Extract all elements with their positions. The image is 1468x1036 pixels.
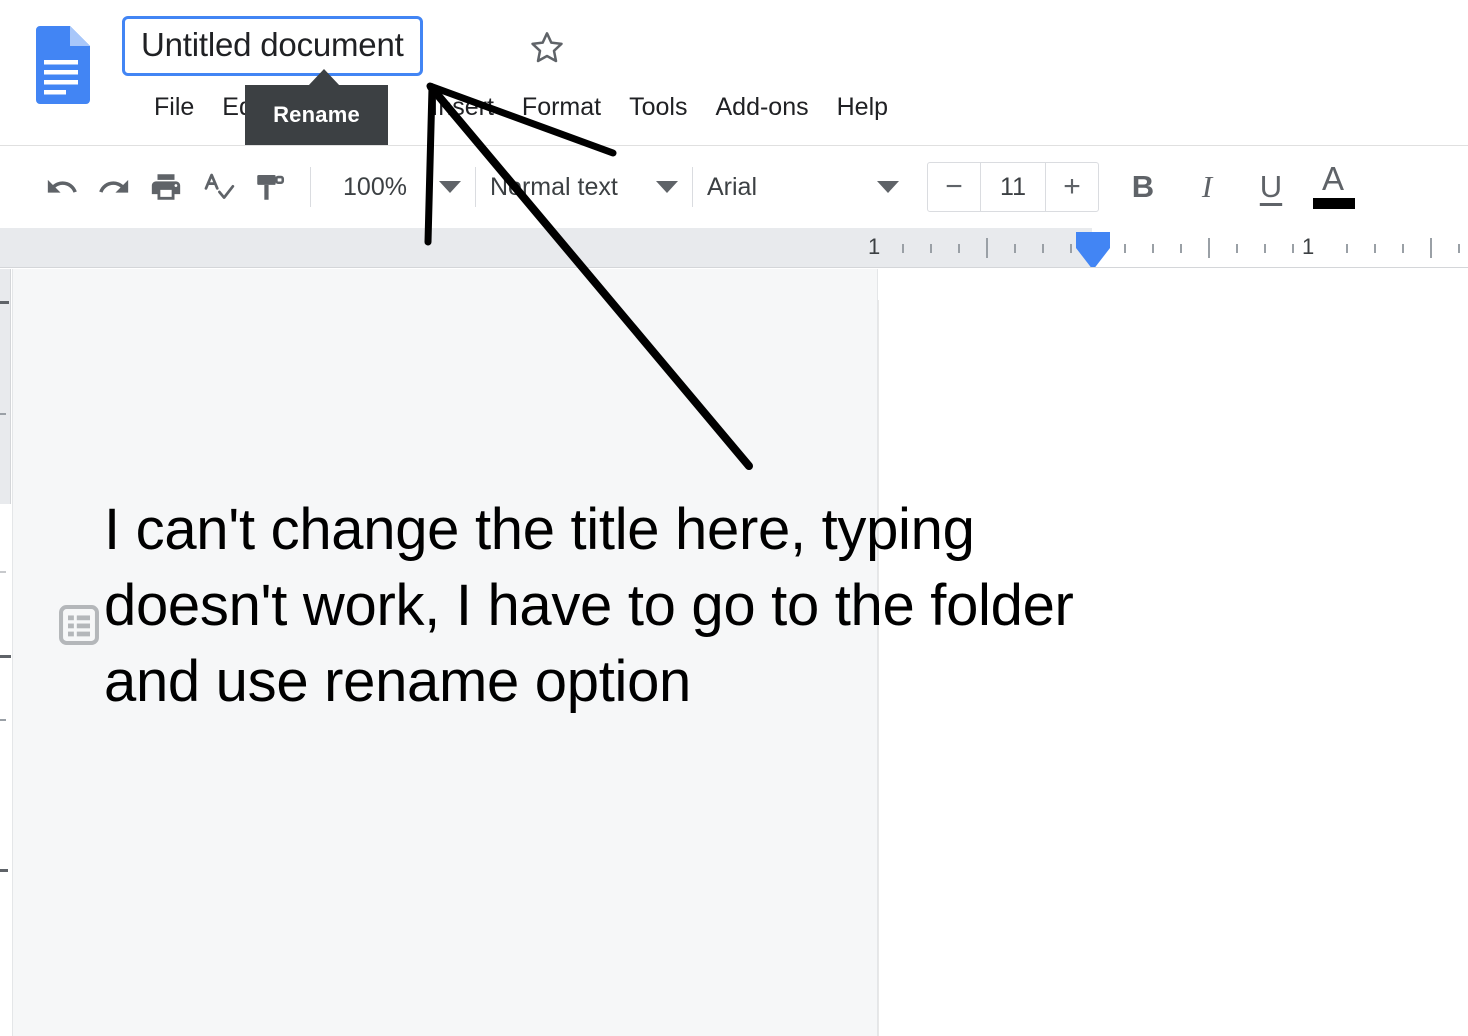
toolbar-divider-2 xyxy=(475,167,476,207)
underline-button[interactable]: U xyxy=(1243,161,1299,213)
menu-item-format[interactable]: Format xyxy=(508,88,615,126)
increase-font-size-button[interactable]: + xyxy=(1046,163,1098,211)
print-icon[interactable] xyxy=(140,161,192,213)
toolbar-divider xyxy=(310,167,311,207)
horizontal-ruler[interactable]: 1 1 xyxy=(0,228,1468,268)
font-family-chevron-down-icon[interactable] xyxy=(877,181,899,193)
menu-item-file[interactable]: File xyxy=(140,88,208,126)
text-color-button[interactable]: A xyxy=(1305,159,1361,215)
indent-marker-icon[interactable] xyxy=(1076,232,1110,248)
font-size-input[interactable]: 11 xyxy=(980,163,1046,211)
ruler-number-right: 1 xyxy=(1302,234,1315,259)
indent-marker-triangle[interactable] xyxy=(1076,248,1110,267)
menu-item-addons[interactable]: Add-ons xyxy=(701,88,822,126)
font-size-stepper: − 11 + xyxy=(927,162,1099,212)
menu-item-insert[interactable]: Insert xyxy=(417,88,508,126)
rename-tooltip: Rename xyxy=(245,85,388,145)
menu-item-help[interactable]: Help xyxy=(823,88,902,126)
document-outline-icon[interactable] xyxy=(57,603,101,647)
undo-icon[interactable] xyxy=(36,161,88,213)
document-title-input[interactable]: Untitled document xyxy=(122,16,423,76)
redo-icon[interactable] xyxy=(88,161,140,213)
text-color-swatch xyxy=(1313,198,1355,209)
ruler-number-left: 1 xyxy=(868,234,881,259)
google-docs-window: Untitled document File Edit Insert Forma… xyxy=(0,0,1468,1036)
italic-button[interactable]: I xyxy=(1179,161,1235,213)
font-family-value[interactable]: Arial xyxy=(707,173,877,202)
decrease-font-size-button[interactable]: − xyxy=(928,163,980,211)
header-bar: Untitled document File Edit Insert Forma… xyxy=(0,0,1468,145)
paint-format-icon[interactable] xyxy=(244,161,296,213)
menu-item-tools[interactable]: Tools xyxy=(615,88,701,126)
formatting-toolbar: 100% Normal text Arial − 11 + B I U A xyxy=(0,146,1468,228)
toolbar-divider-3 xyxy=(692,167,693,207)
zoom-level-value[interactable]: 100% xyxy=(325,173,425,202)
google-docs-icon[interactable] xyxy=(32,26,90,104)
paragraph-style-chevron-down-icon[interactable] xyxy=(656,181,678,193)
ruler-content-area xyxy=(1092,228,1468,267)
title-row: Untitled document xyxy=(122,16,423,76)
zoom-chevron-down-icon[interactable] xyxy=(439,181,461,193)
vertical-ruler-margin xyxy=(0,269,11,504)
document-body-text[interactable]: I can't change the title here, typing do… xyxy=(104,492,1164,720)
bold-button[interactable]: B xyxy=(1115,161,1171,213)
spellcheck-icon[interactable] xyxy=(192,161,244,213)
tooltip-pointer xyxy=(308,69,340,86)
vertical-ruler[interactable] xyxy=(0,269,12,1036)
paragraph-style-value[interactable]: Normal text xyxy=(490,173,656,202)
star-outline-icon[interactable] xyxy=(527,28,567,68)
text-color-label: A xyxy=(1321,160,1344,197)
